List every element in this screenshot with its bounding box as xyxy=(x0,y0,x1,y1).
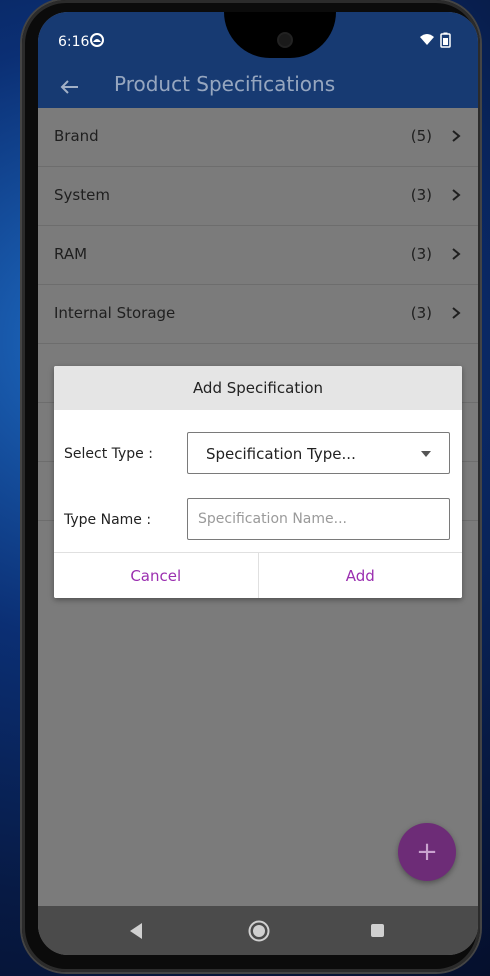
list-item[interactable]: RAM (3) xyxy=(38,226,478,285)
nav-back-icon[interactable] xyxy=(128,922,144,940)
dialog-actions: Cancel Add xyxy=(54,552,462,598)
app-bar: 6:16 Product Specifications xyxy=(38,12,478,108)
status-time: 6:16 xyxy=(58,34,90,50)
list-item-label: RAM xyxy=(54,245,88,263)
specification-name-input[interactable] xyxy=(187,498,450,540)
list-item-count: (3) xyxy=(410,186,432,204)
list-item-label: Brand xyxy=(54,127,99,145)
nav-recent-icon[interactable] xyxy=(371,924,384,937)
add-specification-dialog: Add Specification Select Type : Specific… xyxy=(54,366,462,598)
list-item[interactable]: Internal Storage (3) xyxy=(38,285,478,344)
chevron-right-icon xyxy=(452,189,461,201)
wifi-battery-icon xyxy=(420,32,451,48)
list-item-label: Internal Storage xyxy=(54,304,176,322)
arrow-left-icon[interactable] xyxy=(58,76,80,98)
chevron-right-icon xyxy=(452,130,461,142)
page-title: Product Specifications xyxy=(114,72,336,96)
caret-down-icon xyxy=(421,451,431,457)
chevron-right-icon xyxy=(452,248,461,260)
dialog-title: Add Specification xyxy=(54,366,462,410)
list-item-count: (3) xyxy=(410,245,432,263)
chevron-right-icon xyxy=(452,307,461,319)
system-nav-bar xyxy=(38,906,478,955)
cancel-button[interactable]: Cancel xyxy=(54,553,258,598)
nav-home-icon[interactable] xyxy=(248,920,270,942)
list-item-count: (3) xyxy=(410,304,432,322)
add-fab-button[interactable]: + xyxy=(398,823,456,881)
select-value: Specification Type... xyxy=(206,445,356,463)
app-screen: 6:16 Product Specifications Brand (5) Sy… xyxy=(38,12,478,955)
add-button[interactable]: Add xyxy=(257,553,462,598)
list-item-label: System xyxy=(54,186,110,204)
list-item-count: (5) xyxy=(410,127,432,145)
list-item[interactable]: Brand (5) xyxy=(38,108,478,167)
specification-type-select[interactable]: Specification Type... xyxy=(187,432,450,474)
list-item[interactable]: System (3) xyxy=(38,167,478,226)
plus-icon: + xyxy=(416,837,438,867)
front-camera xyxy=(279,34,291,46)
type-name-label: Type Name : xyxy=(64,512,152,528)
select-type-label: Select Type : xyxy=(64,446,153,462)
status-notification-icon xyxy=(90,33,104,47)
